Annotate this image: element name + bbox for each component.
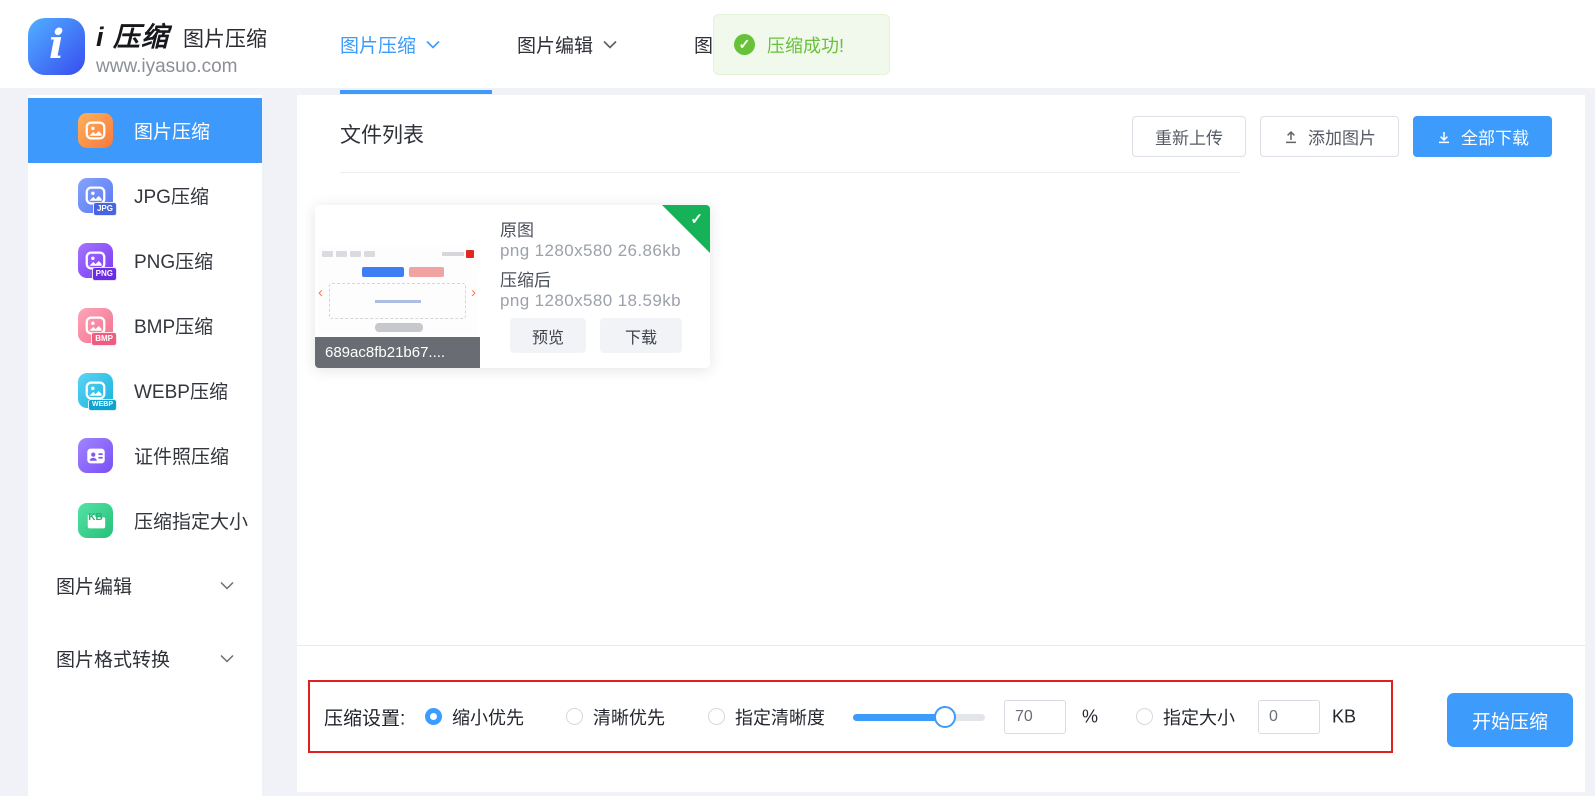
tab-image-compress[interactable]: 图片压缩	[340, 31, 440, 58]
sidebar-item-target-size-compress[interactable]: KB 压缩指定大小	[28, 488, 262, 553]
sidebar-item-image-compress[interactable]: 图片压缩	[28, 98, 262, 163]
image-compress-icon	[78, 113, 113, 148]
reupload-button[interactable]: 重新上传	[1132, 116, 1246, 157]
size-input[interactable]	[1258, 700, 1320, 734]
radio-dot	[1136, 708, 1153, 725]
id-photo-icon	[78, 438, 113, 473]
radio-dot	[708, 708, 725, 725]
sidebar-item-idphoto-compress[interactable]: 证件照压缩	[28, 423, 262, 488]
start-compress-button[interactable]: 开始压缩	[1447, 693, 1573, 747]
radio-dot	[425, 708, 442, 725]
compressed-info: png 1280x580 18.59kb	[500, 291, 681, 311]
brand-text: i 压缩 图片压缩 www.iyasuo.com	[96, 15, 267, 78]
jpg-compress-icon: JPG	[78, 178, 113, 213]
brand-logo[interactable]: i i 压缩 图片压缩 www.iyasuo.com	[28, 15, 267, 78]
toolbar: 重新上传 添加图片 全部下载	[1132, 116, 1552, 157]
sidebar-item-png-compress[interactable]: PNG PNG压缩	[28, 228, 262, 293]
sidebar-group-image-edit[interactable]: 图片编辑	[28, 560, 262, 610]
quality-slider[interactable]	[853, 706, 985, 728]
kb-unit: KB	[1332, 706, 1356, 727]
check-icon: ✓	[690, 210, 703, 228]
file-thumbnail[interactable]: ‹ › 689ac8fb21b67....	[315, 205, 480, 368]
main-panel: 文件列表 重新上传 添加图片 全部下载	[297, 95, 1585, 792]
radio-dot	[566, 708, 583, 725]
quality-slider-fill	[853, 714, 945, 721]
active-tab-underline	[340, 90, 492, 94]
sidebar-group-format-convert[interactable]: 图片格式转换	[28, 633, 262, 683]
quality-slider-thumb[interactable]	[934, 706, 956, 728]
toast-message: 压缩成功!	[767, 32, 844, 58]
add-images-button[interactable]: 添加图片	[1260, 116, 1399, 157]
preview-button[interactable]: 预览	[510, 318, 586, 353]
radio-custom-size[interactable]: 指定大小	[1136, 704, 1235, 730]
success-toast: ✓ 压缩成功!	[713, 14, 890, 75]
app-window: i i 压缩 图片压缩 www.iyasuo.com 图片压缩 图片编辑 图片格…	[0, 0, 1595, 796]
chevron-down-icon	[603, 40, 617, 49]
chevron-down-icon	[220, 581, 234, 590]
radio-custom-clarity[interactable]: 指定清晰度	[708, 704, 825, 730]
thumbnail-preview: ‹ ›	[318, 247, 477, 335]
check-circle-icon: ✓	[734, 34, 755, 55]
upload-icon	[1283, 129, 1299, 145]
sidebar: 图片压缩 JPG JPG压缩 PNG PNG压缩 BMP BMP压缩	[28, 88, 262, 796]
sidebar-item-bmp-compress[interactable]: BMP BMP压缩	[28, 293, 262, 358]
sidebar-item-webp-compress[interactable]: WEBP WEBP压缩	[28, 358, 262, 423]
png-compress-icon: PNG	[78, 243, 113, 278]
kb-folder-icon: KB	[78, 503, 113, 538]
bmp-compress-icon: BMP	[78, 308, 113, 343]
download-icon	[1436, 129, 1452, 145]
radio-clarity-first[interactable]: 清晰优先	[566, 704, 665, 730]
percent-unit: %	[1082, 706, 1098, 727]
brand-subtitle: 图片压缩	[183, 23, 267, 53]
file-name: 689ac8fb21b67....	[315, 337, 480, 368]
brand-name: i 压缩	[96, 15, 169, 54]
download-button[interactable]: 下载	[600, 318, 682, 353]
brand-url: www.iyasuo.com	[96, 56, 267, 78]
page-title: 文件列表	[340, 119, 424, 149]
settings-label: 压缩设置:	[324, 703, 405, 730]
file-card: ‹ › 689ac8fb21b67.... ✓ 原图 png 1280x580 …	[315, 205, 710, 368]
quality-input[interactable]	[1004, 700, 1066, 734]
radio-shrink-first[interactable]: 缩小优先	[425, 704, 524, 730]
compressed-label: 压缩后	[500, 266, 551, 291]
download-all-button[interactable]: 全部下载	[1413, 116, 1552, 157]
chevron-down-icon	[426, 40, 440, 49]
original-info: png 1280x580 26.86kb	[500, 241, 681, 261]
compress-settings-bar: 压缩设置: 缩小优先 清晰优先 指定清晰度 % 指	[308, 680, 1393, 753]
sidebar-item-jpg-compress[interactable]: JPG JPG压缩	[28, 163, 262, 228]
original-label: 原图	[500, 216, 534, 241]
logo-icon: i	[28, 18, 85, 75]
settings-divider	[297, 645, 1585, 646]
webp-compress-icon: WEBP	[78, 373, 113, 408]
tab-image-edit[interactable]: 图片编辑	[517, 31, 617, 58]
chevron-down-icon	[220, 654, 234, 663]
header-divider	[0, 88, 1595, 95]
header-row-divider	[340, 172, 1240, 173]
